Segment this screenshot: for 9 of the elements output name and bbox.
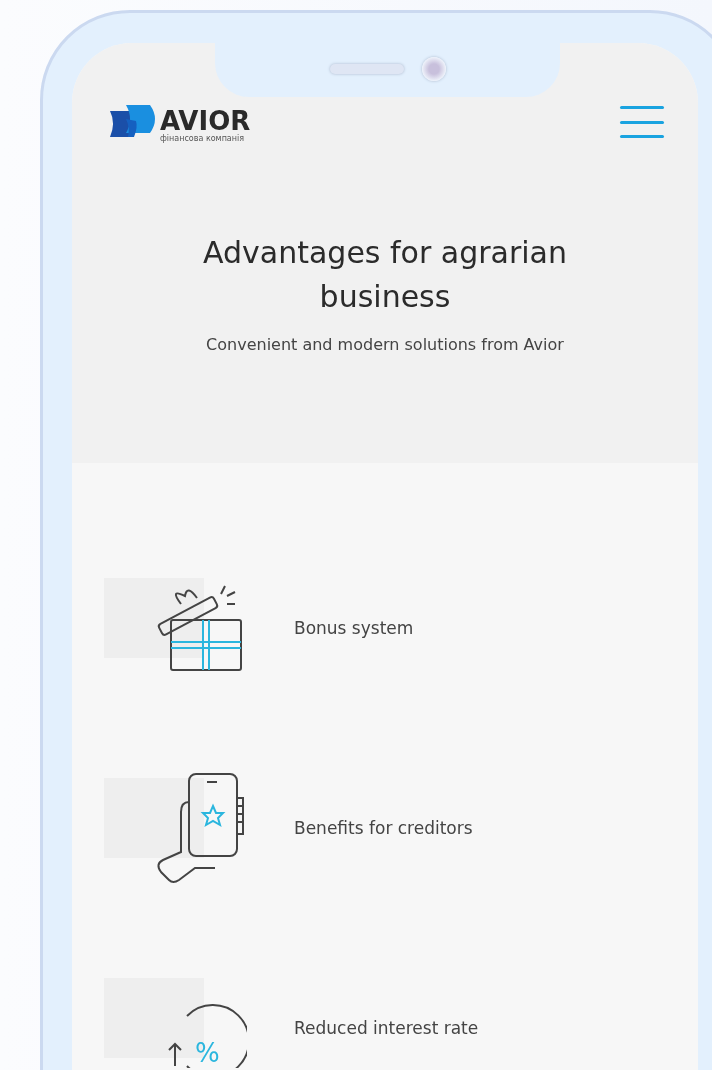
hero-title: Advantages for agrarian business — [202, 234, 568, 316]
hero-subtitle: Convenient and modern solutions from Avior — [205, 335, 565, 354]
menu-icon[interactable] — [620, 104, 664, 140]
logo-text: AVIOR — [160, 108, 251, 134]
advantage-label: Reduced interest rate — [294, 1018, 479, 1038]
advantage-label: Bonus system — [294, 618, 414, 638]
logo-subtitle: фінансова компанія — [160, 134, 246, 143]
camera-icon — [421, 57, 446, 81]
advantage-label: Benefits for creditors — [294, 818, 473, 838]
